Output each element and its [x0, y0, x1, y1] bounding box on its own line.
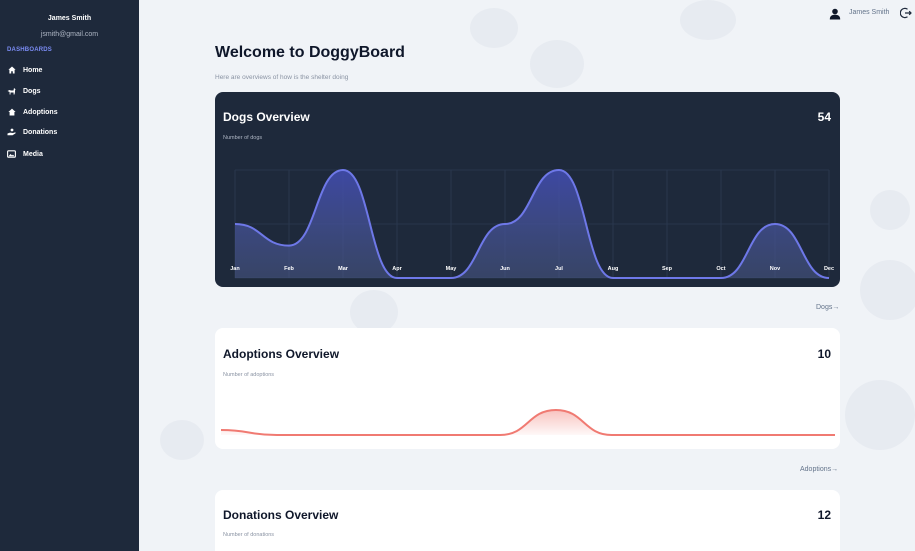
adoptions-overview-card: Adoptions Overview 10 Number of adoption… [215, 328, 840, 449]
image-icon [7, 150, 16, 159]
logout-icon[interactable] [899, 6, 912, 19]
x-tick-label: Mar [338, 266, 349, 272]
page-subtitle: Here are overviews of how is the shelter… [215, 74, 349, 81]
x-tick-label: Feb [284, 266, 294, 272]
adoptions-link[interactable]: Adoptions→ [800, 466, 838, 473]
dogs-chart: Jan Feb Mar Apr May Jun Jul Aug Sep Oct Nov Dec [230, 168, 834, 279]
x-tick-label: Nov [770, 266, 781, 272]
topbar-user-name[interactable]: James Smith [849, 9, 889, 16]
donation-hand-icon [7, 128, 16, 137]
sidebar-item-adoptions[interactable]: Adoptions [7, 105, 58, 119]
x-tick-label: Jun [500, 266, 510, 272]
x-tick-label: Jul [555, 266, 563, 272]
house-icon [7, 108, 16, 117]
x-tick-label: Oct [716, 266, 725, 272]
donations-overview-card: Donations Overview 12 Number of donation… [215, 490, 840, 551]
sidebar-item-donations[interactable]: Donations [7, 125, 57, 139]
sidebar-section-label: DASHBOARDS [7, 47, 53, 53]
page-title: Welcome to DoggyBoard [215, 44, 405, 61]
sidebar: James Smith jsmith@gmail.com DASHBOARDS … [0, 0, 139, 551]
donations-card-count: 12 [817, 508, 831, 522]
x-tick-label: Dec [824, 266, 834, 272]
dog-icon [7, 87, 16, 96]
x-tick-label: May [446, 266, 458, 272]
dogs-overview-card: Dogs Overview 54 Number of dogs Jan Feb Ma… [215, 92, 840, 287]
sidebar-item-label: Dogs [23, 87, 41, 95]
x-tick-label: Aug [608, 266, 619, 272]
sidebar-user-name: James Smith [47, 15, 92, 22]
sidebar-item-dogs[interactable]: Dogs [7, 84, 41, 98]
donations-card-title: Donations Overview [223, 508, 339, 522]
sidebar-item-label: Home [23, 66, 43, 74]
home-icon [7, 66, 16, 75]
adoptions-chart [220, 408, 835, 436]
user-avatar-icon[interactable] [829, 7, 841, 20]
sidebar-item-label: Donations [23, 128, 58, 136]
sidebar-item-home[interactable]: Home [7, 63, 42, 77]
sidebar-item-label: Adoptions [23, 108, 58, 116]
sidebar-user-email: jsmith@gmail.com [40, 31, 99, 38]
donations-card-subtitle: Number of donations [223, 532, 275, 538]
x-tick-label: Sep [662, 266, 673, 272]
x-tick-label: Apr [392, 266, 402, 272]
sidebar-item-media[interactable]: Media [7, 147, 43, 161]
dogs-link[interactable]: Dogs→ [816, 304, 839, 311]
sidebar-item-label: Media [23, 150, 43, 158]
x-tick-label: Jan [230, 266, 240, 272]
